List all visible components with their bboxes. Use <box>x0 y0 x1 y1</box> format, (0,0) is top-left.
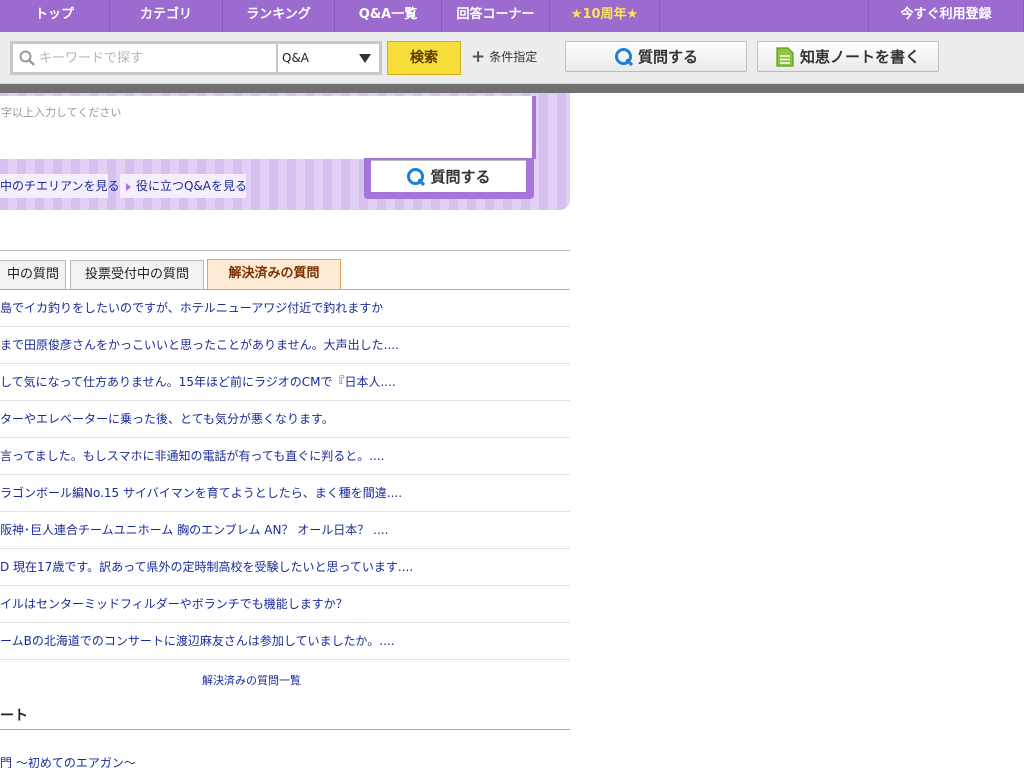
question-item[interactable]: 言ってました。もしスマホに非通知の電話が有っても直ぐに判ると。.... <box>0 438 570 475</box>
q-icon <box>407 167 426 186</box>
nav-top[interactable]: トップ <box>0 0 110 32</box>
note-link[interactable]: 門 ～初めてのエアガン～ <box>0 754 136 768</box>
tab-voting-questions[interactable]: 投票受付中の質問 <box>70 260 204 290</box>
ask-question-button[interactable]: 質問する <box>565 41 747 72</box>
nav-register[interactable]: 今すぐ利用登録 <box>869 0 1024 32</box>
search-box: Q&A <box>10 41 382 75</box>
resolved-list-link[interactable]: 解決済みの質問一覧 <box>202 672 301 688</box>
plus-icon: + <box>471 46 486 67</box>
question-item[interactable]: ターやエレベーターに乗った後、とても気分が悪くなります。 <box>0 401 570 438</box>
search-icon <box>19 50 35 66</box>
search-button[interactable]: 検索 <box>387 41 461 75</box>
condition-button[interactable]: + 条件指定 <box>471 48 537 65</box>
question-item[interactable]: して気になって仕方ありません。15年ほど前にラジオのCMで『日本人.... <box>0 364 570 401</box>
useful-qa-label: 役に立つQ&Aを見る <box>136 179 248 193</box>
search-field <box>13 44 278 72</box>
panel-ask-button[interactable]: 質問する <box>371 160 526 192</box>
textarea-placeholder: 文字以上入力してください <box>0 106 122 119</box>
nav-answer-corner[interactable]: 回答コーナー <box>442 0 550 32</box>
search-type-value: Q&A <box>282 51 310 65</box>
write-note-button[interactable]: 知恵ノートを書く <box>757 41 939 72</box>
top-nav: トップ カテゴリ ランキング Q&A一覧 回答コーナー ★10周年★ 今すぐ利用… <box>0 0 1024 32</box>
nav-ranking[interactable]: ランキング <box>223 0 335 32</box>
question-textarea[interactable]: 文字以上入力してください <box>0 96 536 159</box>
useful-qa-link[interactable]: 役に立つQ&Aを見る <box>120 174 248 198</box>
section-divider <box>0 250 570 251</box>
question-item[interactable]: 島でイカ釣りをしたいのですが、ホテルニューアワジ付近で釣れますか <box>0 290 570 327</box>
header-divider <box>0 84 1024 93</box>
nav-qa-list[interactable]: Q&A一覧 <box>335 0 442 32</box>
tab-open-questions[interactable]: 中の質問 <box>0 260 66 290</box>
nav-10th-anniversary[interactable]: ★10周年★ <box>550 0 660 32</box>
ask-panel: 文字以上入力してください 質問する 中のチエリアンを見る 役に立つQ&Aを見る <box>0 93 570 210</box>
search-bar: Q&A 検索 + 条件指定 質問する 知恵ノートを書く <box>0 32 1024 84</box>
question-item[interactable]: ラゴンボール編No.15 サイバイマンを育てようとしたら、まく種を間違.... <box>0 475 570 512</box>
nav-category[interactable]: カテゴリ <box>110 0 223 32</box>
question-item[interactable]: 阪神･巨人連合チームユニホーム 胸のエンブレム AN？ オール日本？ .... <box>0 512 570 549</box>
question-item[interactable]: ームBの北海道でのコンサートに渡辺麻友さんは参加していましたか。.... <box>0 623 570 660</box>
nav-spacer <box>660 0 869 32</box>
question-list: 島でイカ釣りをしたいのですが、ホテルニューアワジ付近で釣れますか まで田原俊彦さ… <box>0 290 570 660</box>
section-heading: ート <box>0 708 28 724</box>
question-item[interactable]: まで田原俊彦さんをかっこいいと思ったことがありません。大声出した.... <box>0 327 570 364</box>
ask-button-frame: 質問する <box>364 158 534 199</box>
arrow-right-icon <box>126 182 131 191</box>
q-icon <box>614 47 634 66</box>
ask-question-label: 質問する <box>637 48 698 66</box>
condition-label: 条件指定 <box>489 50 538 64</box>
question-item[interactable]: D 現在17歳です。訳あって県外の定時制高校を受験したいと思っています.... <box>0 549 570 586</box>
section-heading-divider <box>0 729 570 730</box>
note-icon <box>776 46 794 67</box>
write-note-label: 知恵ノートを書く <box>799 48 920 66</box>
panel-ask-label: 質問する <box>430 168 491 186</box>
search-type-select[interactable]: Q&A <box>278 44 379 72</box>
dropdown-arrow-icon <box>359 53 371 63</box>
tab-resolved-questions[interactable]: 解決済みの質問 <box>207 259 341 290</box>
search-input[interactable] <box>13 44 276 72</box>
chierian-link[interactable]: 中のチエリアンを見る <box>0 174 120 198</box>
question-item[interactable]: イルはセンターミッドフィルダーやボランチでも機能しますか？ <box>0 586 570 623</box>
